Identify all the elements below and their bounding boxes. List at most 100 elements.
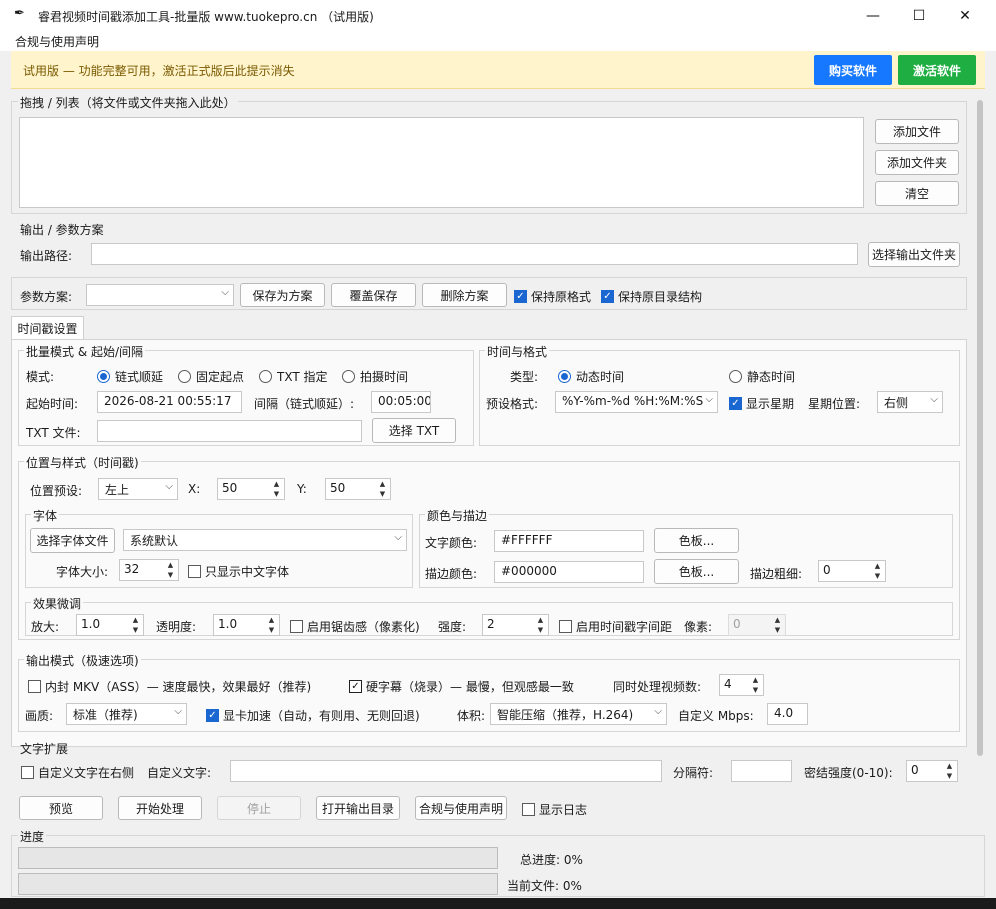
menu-compliance[interactable]: 合规与使用声明 — [15, 33, 99, 50]
chevron-down-icon: ⌵ — [705, 394, 713, 405]
buy-software-button[interactable]: 购买软件 — [814, 55, 892, 85]
mbps-label: 自定义 Mbps: — [678, 709, 754, 723]
mbps-input[interactable]: 4.0 — [767, 703, 808, 725]
menu-bar: 合规与使用声明 — [0, 31, 996, 51]
interval-input[interactable]: 00:05:00 — [371, 391, 431, 413]
spin-arrows-icon[interactable]: ▲ ▼ — [534, 616, 547, 634]
mode-chain-radio[interactable]: 链式顺延 — [97, 368, 163, 385]
mode-label: 模式: — [26, 370, 55, 384]
checkbox-empty-icon — [21, 766, 34, 779]
font-select[interactable]: 系统默认 ⌵ — [123, 529, 407, 551]
quality-select[interactable]: 标准（推荐) ⌵ — [66, 703, 187, 725]
font-title: 字体 — [31, 507, 60, 524]
scale-label: 放大: — [31, 620, 60, 634]
static-time-radio[interactable]: 静态时间 — [729, 368, 795, 385]
current-progress-bar — [18, 873, 498, 895]
mode-txt-radio[interactable]: TXT 指定 — [259, 368, 328, 385]
opacity-spinbox[interactable]: 1.0 ▲ ▼ — [213, 614, 280, 636]
spin-arrows-icon[interactable]: ▲ ▼ — [771, 616, 784, 634]
mode-fixed-radio[interactable]: 固定起点 — [178, 368, 244, 385]
y-label: Y: — [297, 482, 307, 496]
opacity-label: 透明度: — [156, 620, 197, 634]
clear-button[interactable]: 清空 — [875, 181, 959, 206]
right-custom-checkbox[interactable]: 自定义文字在右侧 — [21, 764, 134, 781]
pixelate-checkbox[interactable]: 启用锯齿感（像素化) — [290, 618, 420, 635]
tab-timestamp-settings[interactable]: 时间戳设置 — [11, 316, 84, 340]
check-icon: ✓ — [349, 680, 362, 693]
stroke-width-spinbox[interactable]: 0 ▲ ▼ — [818, 560, 886, 582]
separator-input[interactable] — [731, 760, 792, 782]
output-path-input[interactable] — [91, 243, 858, 265]
keep-format-checkbox[interactable]: ✓ 保持原格式 — [514, 288, 591, 305]
week-pos-select[interactable]: 右侧 ⌵ — [877, 391, 943, 413]
font-size-spinbox[interactable]: 32 ▲ ▼ — [119, 559, 179, 581]
position-preset-select[interactable]: 左上 ⌵ — [98, 478, 178, 500]
pixel-spinbox[interactable]: 0 ▲ ▼ — [728, 614, 786, 636]
compliance-button[interactable]: 合规与使用声明 — [415, 796, 507, 820]
concurrent-spinbox[interactable]: 4 ▲ ▼ — [719, 674, 764, 696]
spin-arrows-icon[interactable]: ▲ ▼ — [871, 562, 884, 580]
letter-spacing-checkbox[interactable]: 启用时间戳字间距 — [559, 618, 672, 635]
gpu-checkbox[interactable]: ✓ 显卡加速（自动，有则用、无则回退) — [206, 707, 420, 724]
save-scheme-button[interactable]: 保存为方案 — [240, 283, 325, 307]
choose-font-button[interactable]: 选择字体文件 — [30, 528, 115, 553]
chevron-down-icon: ⌵ — [174, 706, 182, 717]
cn-font-only-checkbox[interactable]: 只显示中文字体 — [188, 563, 289, 580]
spin-arrows-icon[interactable]: ▲ ▼ — [749, 676, 762, 694]
preset-format-select[interactable]: %Y-%m-%d %H:%M:%S ⌵ — [555, 391, 718, 413]
choose-txt-button[interactable]: 选择 TXT — [372, 418, 456, 443]
spin-arrows-icon[interactable]: ▲ ▼ — [943, 762, 956, 780]
mkv-checkbox[interactable]: 内封 MKV（ASS）— 速度最快，效果最好（推荐) — [28, 678, 311, 695]
mode-shoot-radio[interactable]: 拍摄时间 — [342, 368, 408, 385]
density-spinbox[interactable]: 0 ▲ ▼ — [906, 760, 958, 782]
check-icon: ✓ — [206, 709, 219, 722]
text-color-input[interactable]: #FFFFFF — [494, 530, 644, 552]
spin-arrows-icon[interactable]: ▲ ▼ — [129, 616, 142, 634]
maximize-button[interactable]: ☐ — [896, 0, 942, 31]
scale-spinbox[interactable]: 1.0 ▲ ▼ — [76, 614, 144, 636]
open-output-button[interactable]: 打开输出目录 — [316, 796, 400, 820]
x-spinbox[interactable]: 50 ▲ ▼ — [217, 478, 285, 500]
spin-arrows-icon[interactable]: ▲ ▼ — [265, 616, 278, 634]
spin-arrows-icon[interactable]: ▲ ▼ — [270, 480, 283, 498]
stroke-color-label: 描边颜色: — [425, 567, 478, 581]
scheme-select[interactable]: ⌵ — [86, 284, 234, 306]
output-path-label: 输出路径: — [20, 249, 73, 263]
delete-scheme-button[interactable]: 删除方案 — [422, 283, 507, 307]
file-list[interactable] — [19, 117, 864, 208]
keep-dirs-checkbox[interactable]: ✓ 保持原目录结构 — [601, 288, 702, 305]
custom-text-input[interactable] — [230, 760, 662, 782]
chevron-down-icon: ⌵ — [930, 394, 938, 405]
show-log-checkbox[interactable]: 显示日志 — [522, 801, 587, 818]
txt-file-label: TXT 文件: — [26, 426, 81, 440]
hardsub-checkbox[interactable]: ✓ 硬字幕（烧录）— 最慢，但观感最一致 — [349, 678, 574, 695]
preview-button[interactable]: 预览 — [19, 796, 103, 820]
activate-software-button[interactable]: 激活软件 — [898, 55, 976, 85]
chevron-down-icon: ⌵ — [221, 287, 229, 298]
spin-arrows-icon[interactable]: ▲ ▼ — [164, 561, 177, 579]
y-spinbox[interactable]: 50 ▲ ▼ — [325, 478, 391, 500]
scrollbar-thumb[interactable] — [977, 100, 983, 756]
title-bar: ✒ 睿君视频时间戳添加工具-批量版 www.tuokepro.cn （试用版) … — [0, 0, 996, 31]
choose-output-folder-button[interactable]: 选择输出文件夹 — [868, 242, 960, 267]
txt-file-input[interactable] — [97, 420, 362, 442]
strength-spinbox[interactable]: 2 ▲ ▼ — [482, 614, 549, 636]
stroke-color-input[interactable]: #000000 — [494, 561, 644, 583]
checkbox-empty-icon — [522, 803, 535, 816]
start-time-input[interactable]: 2026-08-21 00:55:17 — [97, 391, 242, 413]
close-button[interactable]: ✕ — [942, 0, 988, 31]
minimize-button[interactable]: — — [850, 0, 896, 31]
start-button[interactable]: 开始处理 — [118, 796, 202, 820]
check-icon: ✓ — [514, 290, 527, 303]
show-week-checkbox[interactable]: ✓ 显示星期 — [729, 395, 794, 412]
text-color-palette-button[interactable]: 色板... — [654, 528, 739, 553]
spin-arrows-icon[interactable]: ▲ ▼ — [376, 480, 389, 498]
dynamic-time-radio[interactable]: 动态时间 — [558, 368, 624, 385]
size-select[interactable]: 智能压缩（推荐，H.264) ⌵ — [490, 703, 667, 725]
scrollbar[interactable] — [975, 100, 985, 756]
add-file-button[interactable]: 添加文件 — [875, 119, 959, 144]
stroke-color-palette-button[interactable]: 色板... — [654, 559, 739, 584]
overwrite-scheme-button[interactable]: 覆盖保存 — [331, 283, 416, 307]
add-folder-button[interactable]: 添加文件夹 — [875, 150, 959, 175]
stop-button[interactable]: 停止 — [217, 796, 301, 820]
